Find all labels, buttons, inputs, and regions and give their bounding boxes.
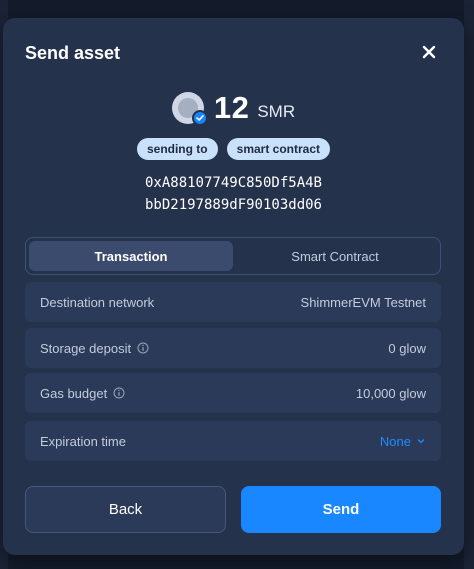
expiration-time-dropdown[interactable]: None bbox=[380, 434, 426, 449]
amount-value: 12 bbox=[213, 90, 250, 125]
recipient-address: 0xA88107749C850Df5A4B bbD2197889dF90103d… bbox=[3, 172, 464, 216]
tab-transaction[interactable]: Transaction bbox=[29, 241, 233, 271]
back-button[interactable]: Back bbox=[25, 486, 226, 533]
shimmer-token-icon bbox=[171, 92, 208, 126]
address-line-1: 0xA88107749C850Df5A4B bbox=[144, 175, 322, 191]
gas-budget-value: 10,000 glow bbox=[355, 385, 426, 401]
address-line-2: bbD2197889dF90103dd06 bbox=[144, 197, 322, 213]
gas-budget-row: Gas budget 10,000 glow bbox=[25, 373, 441, 413]
storage-deposit-row: Storage deposit 0 glow bbox=[25, 328, 441, 368]
close-button[interactable] bbox=[417, 40, 441, 64]
chevron-down-icon bbox=[417, 439, 425, 444]
expiration-time-value: None bbox=[379, 433, 411, 449]
storage-deposit-label: Storage deposit bbox=[40, 340, 132, 356]
recipient-pills: sending to smart contract bbox=[3, 138, 464, 160]
modal-title: Send asset bbox=[25, 43, 121, 63]
send-button[interactable]: Send bbox=[241, 486, 441, 533]
expiration-time-row: Expiration time None bbox=[25, 421, 441, 461]
send-asset-modal: Send asset 12 SMR sending to smart contr… bbox=[3, 18, 464, 555]
expiration-time-label: Expiration time bbox=[40, 433, 126, 449]
info-icon[interactable] bbox=[113, 387, 125, 399]
verified-check-icon bbox=[191, 110, 208, 126]
tab-smart-contract[interactable]: Smart Contract bbox=[233, 241, 437, 271]
amount-display: 12 SMR bbox=[3, 90, 464, 126]
amount-unit: SMR bbox=[257, 102, 296, 121]
backdrop-right bbox=[464, 0, 474, 569]
info-icon[interactable] bbox=[137, 342, 149, 354]
tab-switcher: Transaction Smart Contract bbox=[25, 237, 441, 275]
close-icon bbox=[422, 45, 436, 59]
destination-network-row: Destination network ShimmerEVM Testnet bbox=[25, 282, 441, 322]
gas-budget-label: Gas budget bbox=[40, 385, 108, 401]
destination-network-value: ShimmerEVM Testnet bbox=[300, 294, 426, 310]
sending-to-pill: sending to bbox=[136, 138, 218, 160]
recipient-type-pill: smart contract bbox=[226, 138, 331, 160]
destination-network-label: Destination network bbox=[40, 294, 155, 310]
storage-deposit-value: 0 glow bbox=[388, 340, 426, 356]
